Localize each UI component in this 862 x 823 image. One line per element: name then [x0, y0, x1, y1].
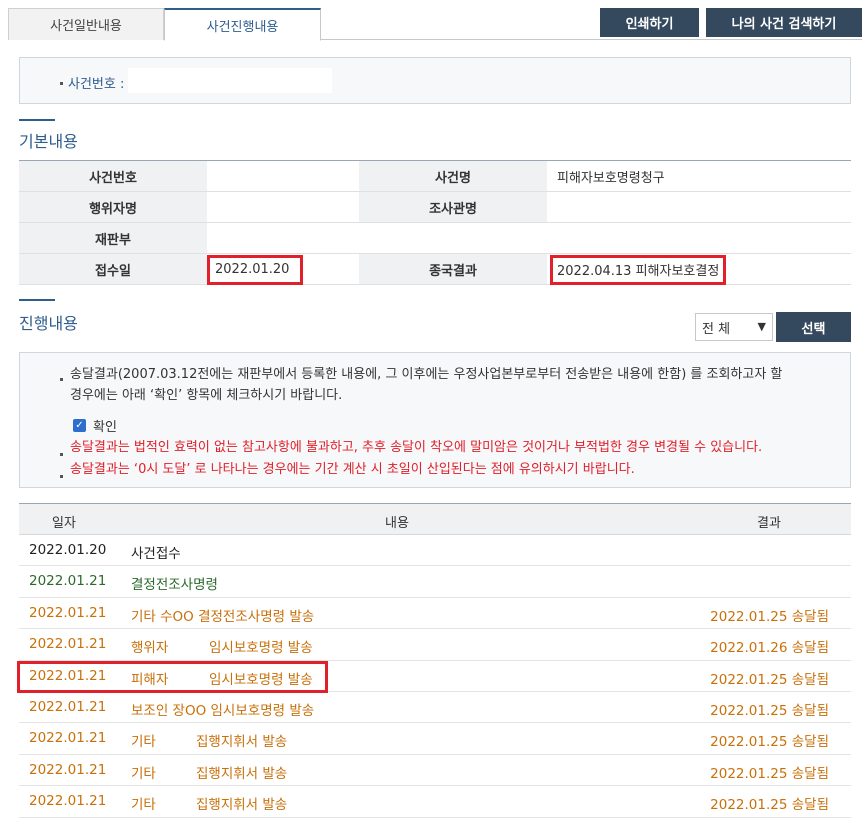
row-content: 결정전조사명령 [131, 577, 218, 594]
row-result: 2022.01.25 송달됨 [710, 734, 829, 751]
highlight-box [17, 661, 328, 693]
row-result: 2022.01.25 송달됨 [710, 671, 829, 688]
header-cell: 재판부 [19, 223, 207, 253]
row-result: 2022.01.25 송달됨 [710, 765, 829, 782]
filter-select[interactable]: 전 체 ▼ [695, 313, 773, 341]
header-content: 내용 [385, 516, 409, 531]
row-content: 기타 [131, 797, 156, 814]
row-date: 2022.01.21 [29, 636, 107, 653]
value-cell [207, 161, 359, 191]
row-date: 2022.01.21 [29, 573, 107, 590]
table-row: 2022.01.21 기타 집행지휘서 발송 2022.01.25 송달됨 [19, 786, 851, 818]
row-date: 2022.01.20 [29, 542, 107, 558]
header-result: 결과 [757, 516, 781, 531]
row-result: 2022.01.26 송달됨 [710, 640, 829, 657]
row-content: 행위자 [131, 640, 169, 657]
case-number-box: 사건번호 : [19, 57, 851, 104]
table-row: 행위자명 조사관명 [19, 192, 851, 223]
header-cell: 종국결과 [359, 254, 547, 284]
basic-section-title: 기본내용 [19, 132, 78, 151]
table-header: 일자 내용 결과 [19, 503, 851, 535]
row-date: 2022.01.21 [29, 730, 107, 747]
row-content-detail: 집행지휘서 발송 [196, 797, 288, 814]
filter-select-value: 전 체 [702, 321, 731, 337]
highlight-box [550, 255, 726, 285]
table-row: 2022.01.21 행위자 임시보호명령 발송 2022.01.26 송달됨 [19, 629, 851, 661]
value-cell [547, 192, 851, 222]
section-underline [19, 299, 55, 301]
tab-case-progress[interactable]: 사건진행내용 [164, 8, 321, 41]
row-content: 보조인 장OO 임시보호명령 발송 [131, 702, 315, 719]
row-result: 2022.01.25 송달됨 [710, 702, 829, 719]
notice-line: 송달결과(2007.03.12전에는 재판부에서 등록한 내용에, 그 이후에는… [70, 367, 783, 382]
table-row: 2022.01.21 기타 수OO 결정전조사명령 발송 2022.01.25 송달… [19, 598, 851, 630]
row-content-detail: 임시보호명령 발송 [209, 640, 313, 657]
bullet-icon [60, 453, 63, 456]
basic-info-table: 사건번호 사건명 피해자보호명령청구 행위자명 조사관명 재판부 접수일 202… [19, 160, 851, 285]
table-row: 2022.01.21 기타 집행지휘서 발송 2022.01.25 송달됨 [19, 723, 851, 755]
row-date: 2022.01.21 [29, 761, 107, 778]
row-date: 2022.01.21 [29, 604, 107, 621]
row-content: 기타 [131, 734, 156, 751]
header-cell: 행위자명 [19, 192, 207, 222]
progress-section-title: 진행내용 [19, 314, 78, 333]
case-number-value [128, 68, 332, 93]
row-content-detail: 집행지휘서 발송 [196, 765, 288, 782]
row-content: 기타 수OO 결정전조사명령 발송 [131, 608, 315, 625]
header-date: 일자 [52, 516, 76, 531]
print-button[interactable]: 인쇄하기 [600, 8, 699, 37]
notice-line: 경우에는 아래 ‘확인’ 항목에 체크하시기 바랍니다. [70, 388, 343, 403]
header-cell: 조사관명 [359, 192, 547, 222]
section-underline [19, 119, 55, 121]
header-cell: 사건명 [359, 161, 547, 191]
warning-line: 송달결과는 법적인 효력이 없는 참고사항에 불과하고, 추후 송달이 착오에 … [70, 440, 763, 455]
bullet-icon [60, 475, 63, 478]
my-case-search-button[interactable]: 나의 사건 검색하기 [706, 8, 862, 37]
row-content: 사건접수 [131, 546, 181, 562]
row-content: 기타 [131, 765, 156, 782]
notice-box: 송달결과(2007.03.12전에는 재판부에서 등록한 내용에, 그 이후에는… [19, 352, 851, 488]
value-cell [207, 192, 359, 222]
row-content-detail: 집행지휘서 발송 [196, 734, 288, 751]
highlight-box [207, 255, 303, 285]
confirm-checkbox-label: 확인 [93, 420, 117, 435]
row-date: 2022.01.21 [29, 698, 107, 715]
row-result: 2022.01.25 송달됨 [710, 608, 829, 625]
bullet-icon [60, 378, 63, 381]
bullet-icon [60, 82, 63, 85]
header-cell: 접수일 [19, 254, 207, 284]
tab-case-general[interactable]: 사건일반내용 [8, 8, 164, 40]
warning-line: 송달결과는 ‘0시 도달’ 로 나타나는 경우에는 기간 계산 시 초일이 산입… [70, 462, 635, 477]
case-number-label: 사건번호 : [68, 77, 125, 92]
table-row: 2022.01.20 사건접수 [19, 535, 851, 567]
chevron-down-icon: ▼ [757, 320, 766, 333]
row-date: 2022.01.21 [29, 793, 107, 810]
table-row: 2022.01.21 보조인 장OO 임시보호명령 발송 2022.01.25 송달… [19, 692, 851, 724]
confirm-checkbox[interactable]: ✓ [73, 419, 86, 432]
value-cell [207, 223, 851, 253]
table-row: 2022.01.21 결정전조사명령 [19, 566, 851, 598]
table-row: 접수일 2022.01.20 종국결과 2022.04.13 피해자보호결정 [19, 254, 851, 285]
value-cell: 피해자보호명령청구 [557, 170, 665, 186]
header-cell: 사건번호 [19, 161, 207, 191]
table-row: 재판부 [19, 223, 851, 254]
table-row: 사건번호 사건명 피해자보호명령청구 [19, 161, 851, 192]
row-result: 2022.01.25 송달됨 [710, 797, 829, 814]
select-button[interactable]: 선택 [776, 312, 851, 342]
table-row: 2022.01.21 기타 집행지휘서 발송 2022.01.25 송달됨 [19, 755, 851, 787]
